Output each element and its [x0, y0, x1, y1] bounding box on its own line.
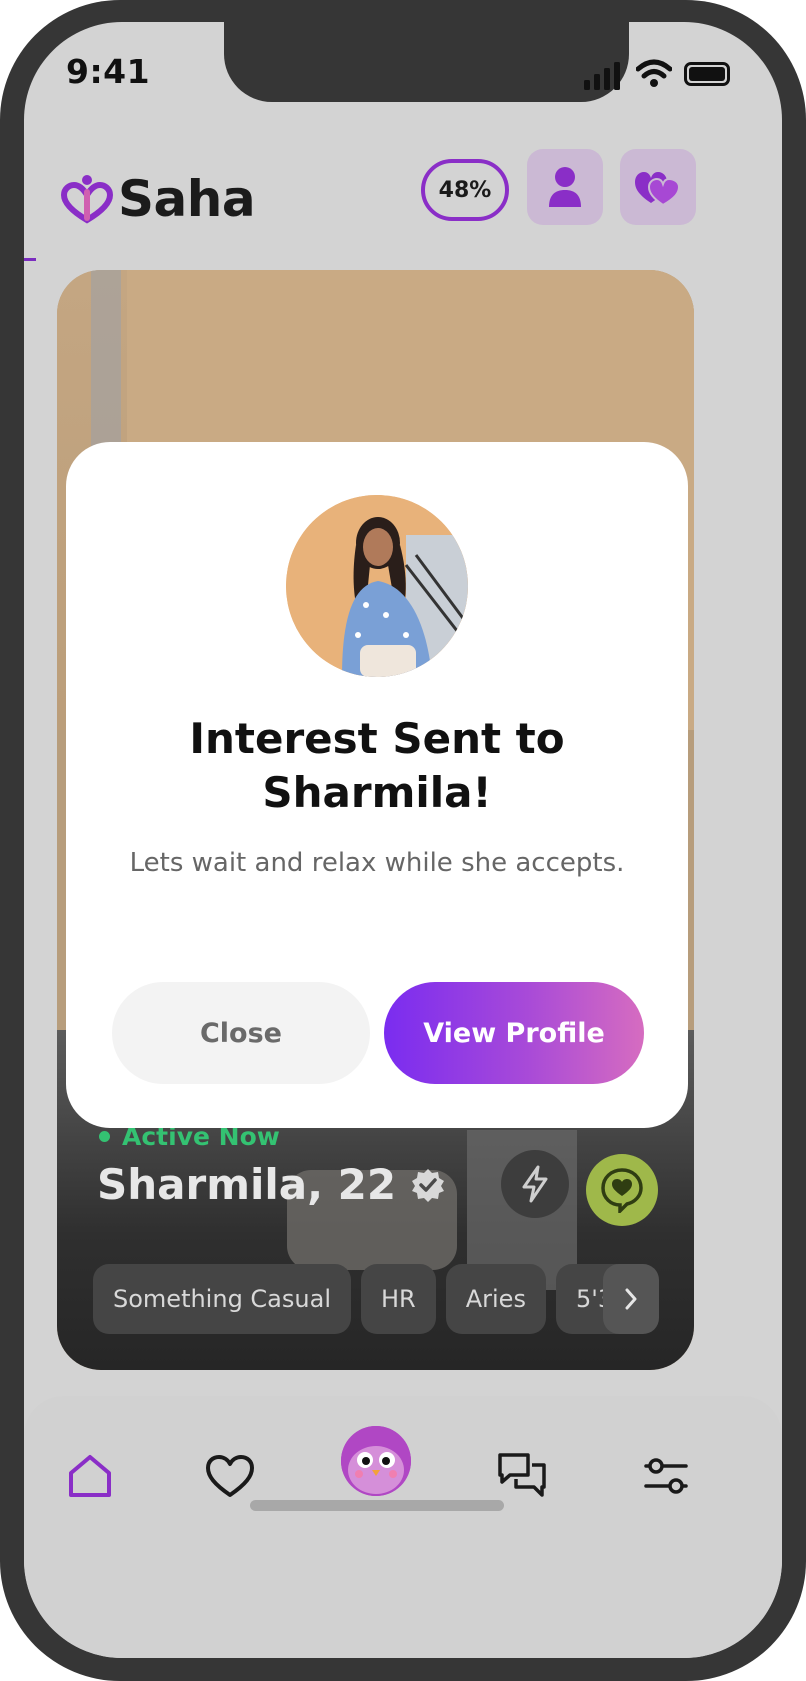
tag-chip: Aries	[445, 1264, 546, 1334]
tab-indicator	[24, 258, 36, 261]
lightning-icon	[522, 1165, 548, 1203]
notch	[224, 22, 629, 102]
bottom-nav	[24, 1396, 782, 1658]
chat-icon	[498, 1453, 546, 1497]
message-like-button[interactable]	[586, 1154, 658, 1226]
brand-logo[interactable]: Saha	[60, 170, 256, 228]
hearts-icon	[635, 172, 681, 207]
view-profile-button[interactable]: View Profile	[384, 982, 644, 1084]
mascot-icon	[341, 1426, 411, 1496]
dialog-subtitle: Lets wait and relax while she accepts.	[129, 848, 625, 878]
boost-button[interactable]	[501, 1150, 569, 1218]
match-avatar	[286, 495, 468, 677]
saha-logo-icon	[60, 175, 114, 224]
profile-tags: Something Casual HR Aries 5'3	[93, 1264, 634, 1334]
profile-completion-badge[interactable]: 48%	[421, 159, 509, 221]
signal-icon	[584, 62, 620, 90]
nav-likes[interactable]	[200, 1446, 260, 1506]
wifi-icon	[636, 59, 672, 87]
tag-chip: Something Casual	[93, 1264, 351, 1334]
filter-icon	[644, 1458, 688, 1494]
brand-name: Saha	[118, 170, 256, 228]
nav-chats[interactable]	[492, 1446, 552, 1506]
tag-chip: HR	[360, 1264, 436, 1334]
profile-name: Sharmila, 22	[97, 1160, 446, 1209]
home-icon	[69, 1455, 111, 1497]
home-indicator[interactable]	[250, 1500, 504, 1511]
profile-name-age: Sharmila, 22	[97, 1160, 397, 1209]
dialog-title-line2: Sharmila!	[262, 768, 492, 817]
dialog-title-line1: Interest Sent to	[189, 714, 565, 763]
active-dot-icon	[99, 1131, 110, 1142]
likes-button[interactable]	[620, 149, 696, 225]
phone-frame: 9:41 Saha 48% Active Now Sharmila, 22 So…	[0, 0, 806, 1681]
tags-scroll-button[interactable]	[603, 1264, 659, 1334]
nav-mascot[interactable]	[341, 1426, 411, 1496]
battery-icon	[684, 62, 730, 86]
chevron-right-icon	[625, 1288, 637, 1310]
app-screen: 9:41 Saha 48% Active Now Sharmila, 22 So…	[24, 22, 782, 1658]
person-photo-icon	[286, 495, 468, 677]
profile-button[interactable]	[527, 149, 603, 225]
status-time: 9:41	[66, 52, 151, 91]
verified-badge-icon	[412, 1168, 445, 1202]
chat-heart-icon	[601, 1168, 643, 1213]
nav-home[interactable]	[60, 1446, 120, 1506]
dialog-title: Interest Sent to Sharmila!	[106, 712, 648, 820]
heart-icon	[206, 1455, 254, 1497]
user-icon	[549, 167, 581, 207]
nav-filters[interactable]	[636, 1446, 696, 1506]
profile-card[interactable]: Active Now Sharmila, 22 Something Casual…	[57, 270, 694, 1370]
close-button[interactable]: Close	[112, 982, 370, 1084]
interest-sent-dialog: Interest Sent to Sharmila! Lets wait and…	[66, 442, 688, 1128]
